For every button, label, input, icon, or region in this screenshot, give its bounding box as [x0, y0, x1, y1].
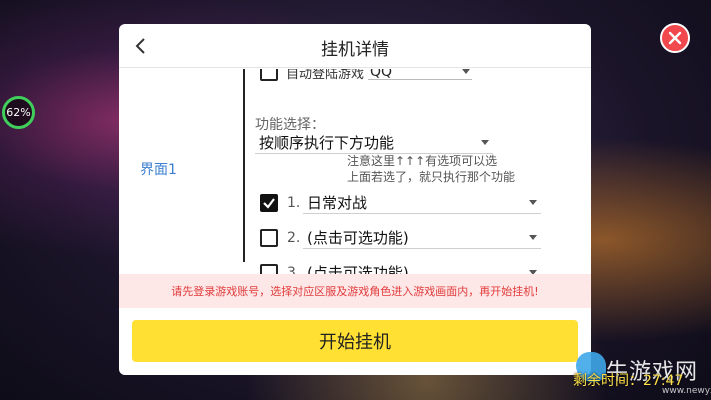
option-2-value: (点击可选功能): [307, 229, 409, 247]
hint-note: 注意这里↑↑↑有选项可以选 上面若选了，就只执行那个功能: [347, 153, 515, 185]
progress-circle: 62%: [2, 96, 35, 129]
close-button[interactable]: [660, 23, 690, 53]
option-3-checkbox[interactable]: [260, 264, 278, 274]
dropdown-caret-icon: [481, 140, 489, 145]
option-1-number: 1.: [287, 195, 301, 211]
function-label: 功能选择：: [255, 117, 325, 133]
auto-login-label: 自动登陆游戏: [286, 69, 365, 82]
dropdown-caret-icon: [529, 235, 537, 240]
login-warning-banner: 请先登录游戏账号，选择对应区服及游戏角色进入游戏画面内，再开始挂机!: [119, 274, 591, 308]
option-row-3: 3. (点击可选功能): [260, 261, 541, 274]
dialog-header: 挂机详情: [119, 24, 591, 68]
login-type-select[interactable]: QQ: [368, 69, 473, 80]
function-mode-value: 按顺序执行下方功能: [259, 134, 395, 152]
option-2-checkbox[interactable]: [260, 229, 278, 247]
remaining-time: 剩余时间：27:47: [573, 373, 684, 389]
option-1-checkbox[interactable]: [260, 194, 278, 212]
dialog-title: 挂机详情: [321, 40, 389, 60]
option-2-number: 2.: [287, 230, 301, 246]
hint-line-1: 注意这里↑↑↑有选项可以选: [347, 154, 498, 168]
option-row-1: 1. 日常对战: [260, 191, 541, 215]
function-mode-select[interactable]: 按顺序执行下方功能: [255, 132, 493, 154]
option-3-value: (点击可选功能): [307, 264, 409, 274]
idle-details-dialog: 挂机详情 界面1 自动登陆游戏 QQ 功能选择： 按顺序执行下方功能 注意这里↑…: [119, 24, 591, 375]
auto-login-row: 自动登陆游戏 QQ: [260, 69, 473, 82]
login-warning-text: 请先登录游戏账号，选择对应区服及游戏角色进入游戏画面内，再开始挂机!: [171, 285, 539, 298]
dropdown-caret-icon: [462, 69, 471, 74]
option-row-2: 2. (点击可选功能): [260, 226, 541, 250]
start-idle-label: 开始挂机: [319, 332, 391, 353]
login-type-value: QQ: [370, 69, 393, 80]
option-2-select[interactable]: (点击可选功能): [303, 227, 541, 249]
progress-percent: 62%: [6, 106, 31, 119]
option-1-value: 日常对战: [307, 194, 368, 212]
checkmark-icon: [263, 198, 275, 209]
tab-interface-1[interactable]: 界面1: [140, 159, 177, 179]
close-icon: [668, 31, 682, 45]
divider: [243, 69, 245, 262]
option-3-number: 3.: [287, 265, 301, 274]
settings-scroll-area[interactable]: 界面1 自动登陆游戏 QQ 功能选择： 按顺序执行下方功能 注意这里↑↑↑有选项…: [119, 69, 591, 274]
option-3-select[interactable]: (点击可选功能): [303, 262, 541, 274]
start-idle-button[interactable]: 开始挂机: [132, 320, 578, 362]
option-1-select[interactable]: 日常对战: [303, 192, 541, 214]
auto-login-checkbox[interactable]: [260, 69, 278, 81]
dropdown-caret-icon: [529, 200, 537, 205]
hint-line-2: 上面若选了，就只执行那个功能: [347, 170, 516, 184]
